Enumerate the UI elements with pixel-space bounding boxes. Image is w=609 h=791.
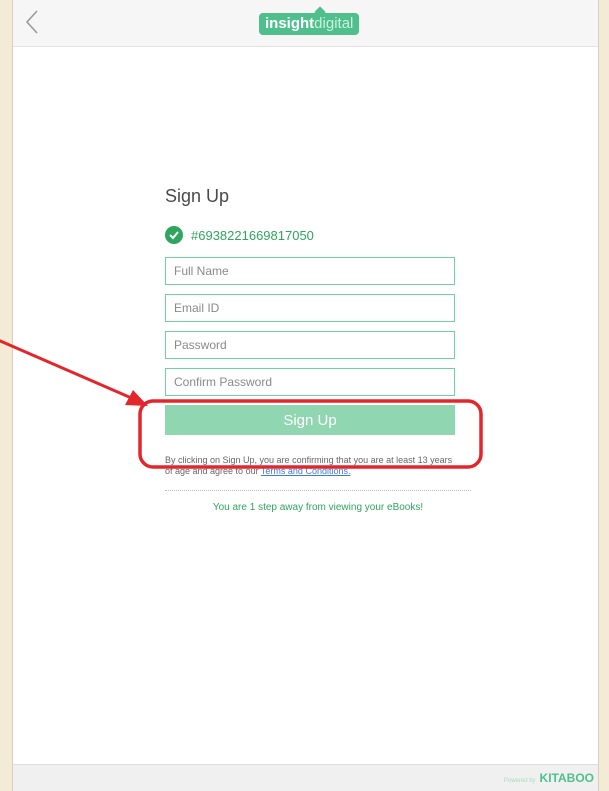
email-input[interactable]	[165, 294, 455, 322]
back-button[interactable]	[21, 8, 45, 36]
access-code-row: #6938221669817050	[165, 225, 471, 245]
terms-link[interactable]: Terms and Conditions.	[261, 466, 351, 476]
powered-by: Powered by KITABOO	[504, 771, 594, 785]
footer-bar: Powered by KITABOO	[13, 764, 598, 791]
logo-text-bold: insight	[265, 15, 315, 32]
signup-form: Sign Up #6938221669817050 Sign Up By cli…	[165, 186, 471, 513]
full-name-input[interactable]	[165, 257, 455, 285]
app-logo: insightdigital	[259, 6, 360, 35]
step-message: You are 1 step away from viewing your eB…	[212, 502, 424, 513]
kitaboo-logo: KITABOO	[539, 771, 594, 785]
chevron-left-icon	[25, 10, 38, 34]
terms-notice: By clicking on Sign Up, you are confirmi…	[165, 455, 461, 477]
password-input[interactable]	[165, 331, 455, 359]
signup-button[interactable]: Sign Up	[165, 405, 455, 435]
app-screen: insightdigital Sign Up #6938221669817050…	[12, 0, 599, 791]
top-bar: insightdigital	[13, 0, 598, 47]
confirm-password-input[interactable]	[165, 368, 455, 396]
form-title: Sign Up	[165, 186, 230, 206]
powered-by-label: Powered by	[503, 778, 536, 784]
check-circle-icon	[165, 226, 183, 244]
access-code: #6938221669817050	[191, 227, 314, 243]
divider	[165, 490, 471, 491]
